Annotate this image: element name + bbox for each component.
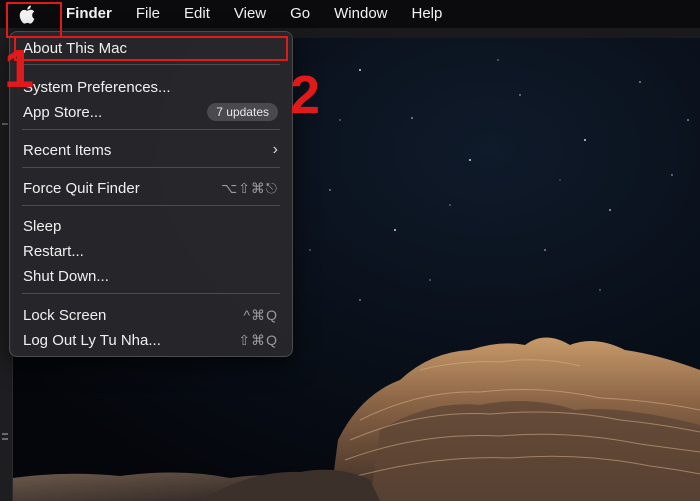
highlight-about-this-mac [14,36,288,61]
annotation-step-2: 2 [290,65,321,125]
menubar-window[interactable]: Window [322,0,399,28]
menu-separator [22,293,280,294]
menu-item-label: Log Out Ly Tu Nha... [23,331,161,349]
menubar-help[interactable]: Help [400,0,455,28]
menu-item-label: Lock Screen [23,306,107,324]
chevron-right-icon: › [272,141,278,158]
menu-item-label: App Store... [23,103,103,121]
menu-item-log-out[interactable]: Log Out Ly Tu Nha... ⇧⌘Q [10,328,292,352]
menu-item-system-preferences[interactable]: System Preferences... [10,75,292,99]
menu-separator [22,167,280,168]
window-edge-mark [2,433,8,435]
menu-item-label: System Preferences... [23,78,171,96]
menu-item-label: Sleep [23,217,62,235]
annotation-step-1: 1 [4,39,35,99]
window-edge-mark [2,123,8,125]
menubar-view[interactable]: View [222,0,278,28]
menu-item-label: Shut Down... [23,267,109,285]
window-edge-mark [2,438,8,440]
menu-bar: Finder File Edit View Go Window Help [0,0,700,28]
keyboard-shortcut: ⇧⌘Q [238,331,278,348]
menu-item-app-store[interactable]: App Store... 7 updates [10,100,292,124]
menu-item-label: Restart... [23,242,84,260]
keyboard-shortcut: ⌥⇧⌘⎋ [221,179,278,196]
apple-menu-dropdown: About This Mac System Preferences... App… [9,31,293,357]
keyboard-shortcut: ^⌘Q [243,306,278,323]
updates-badge: 7 updates [207,103,278,121]
menu-item-shut-down[interactable]: Shut Down... [10,264,292,288]
menu-item-restart[interactable]: Restart... [10,239,292,263]
highlight-apple-menu [6,2,62,38]
menubar-go[interactable]: Go [278,0,322,28]
menu-item-label: Recent Items [23,141,112,159]
menu-item-force-quit[interactable]: Force Quit Finder ⌥⇧⌘⎋ [10,176,292,200]
menu-item-recent-items[interactable]: Recent Items › [10,138,292,162]
menu-item-label: Force Quit Finder [23,179,140,197]
menu-separator [22,205,280,206]
menubar-file[interactable]: File [124,0,172,28]
menubar-finder[interactable]: Finder [54,0,124,28]
menubar-edit[interactable]: Edit [172,0,222,28]
menu-separator [22,64,280,65]
menu-separator [22,129,280,130]
menu-item-sleep[interactable]: Sleep [10,214,292,238]
menu-item-lock-screen[interactable]: Lock Screen ^⌘Q [10,303,292,327]
